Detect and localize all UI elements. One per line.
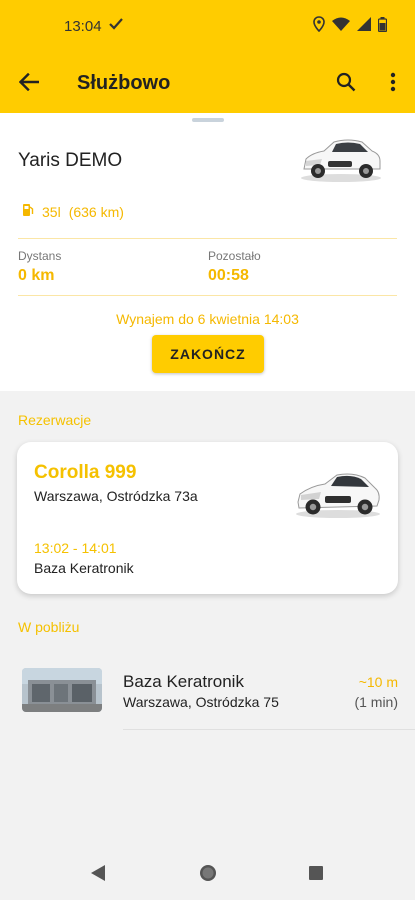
circle-home-icon bbox=[199, 864, 217, 887]
rental-until: Wynajem do 6 kwietnia 14:03 bbox=[116, 311, 299, 327]
divider bbox=[18, 238, 397, 239]
status-icons bbox=[313, 16, 388, 37]
reservations-section-label: Rezerwacje bbox=[18, 412, 92, 428]
reservation-card[interactable]: Corolla 999 Warszawa, Ostródzka 73a 13:0… bbox=[17, 442, 398, 594]
car-name: Yaris DEMO bbox=[18, 150, 123, 171]
fuel-amount: 35l bbox=[42, 203, 61, 220]
more-options-button[interactable] bbox=[378, 69, 408, 99]
check-icon bbox=[109, 17, 123, 35]
active-rental-card: Yaris DEMO 35l (636 km) Dystans 0 km Poz… bbox=[0, 113, 415, 391]
divider bbox=[18, 295, 397, 296]
page-title: Służbowo bbox=[77, 72, 171, 94]
reservation-place: Baza Keratronik bbox=[34, 560, 134, 576]
battery-icon bbox=[377, 16, 388, 37]
status-time: 13:04 bbox=[64, 18, 102, 35]
back-arrow-icon bbox=[18, 72, 40, 96]
reservation-address: Warszawa, Ostródzka 73a bbox=[34, 488, 198, 504]
status-bar: 13:04 bbox=[0, 0, 415, 55]
divider bbox=[123, 729, 415, 730]
drag-handle[interactable] bbox=[192, 118, 224, 122]
remaining-value: 00:58 bbox=[208, 267, 249, 284]
wifi-icon bbox=[332, 17, 350, 36]
distance-label: Dystans bbox=[18, 249, 62, 263]
square-recents-icon bbox=[308, 865, 324, 886]
place-distance: ~10 m bbox=[358, 674, 398, 690]
car-image bbox=[295, 464, 381, 520]
search-button[interactable] bbox=[331, 69, 361, 99]
triangle-back-icon bbox=[90, 864, 106, 887]
reservation-time: 13:02 - 14:01 bbox=[34, 540, 117, 556]
nearby-list-item[interactable]: Baza Keratronik Warszawa, Ostródzka 75 ~… bbox=[0, 650, 415, 732]
place-thumbnail bbox=[22, 668, 102, 712]
app-bar: Służbowo bbox=[0, 55, 415, 113]
end-rental-button[interactable]: ZAKOŃCZ bbox=[152, 335, 264, 373]
nearby-section-label: W pobliżu bbox=[18, 619, 80, 635]
place-name: Baza Keratronik bbox=[123, 672, 244, 691]
search-icon bbox=[336, 72, 356, 97]
more-vert-icon bbox=[390, 72, 396, 97]
nav-back-button[interactable] bbox=[88, 864, 108, 887]
distance-value: 0 km bbox=[18, 267, 55, 284]
fuel-info: 35l (636 km) bbox=[22, 203, 124, 220]
place-walk-time: (1 min) bbox=[354, 694, 398, 710]
reservation-car-name: Corolla 999 bbox=[34, 462, 137, 483]
car-image bbox=[298, 133, 384, 183]
remaining-label: Pozostało bbox=[208, 249, 261, 263]
signal-icon bbox=[357, 17, 371, 36]
location-icon bbox=[313, 16, 325, 37]
nav-home-button[interactable] bbox=[198, 864, 218, 887]
system-nav-bar bbox=[0, 850, 415, 900]
nav-recents-button[interactable] bbox=[306, 865, 326, 885]
fuel-pump-icon bbox=[22, 203, 34, 220]
fuel-range: (636 km) bbox=[68, 203, 124, 220]
place-address: Warszawa, Ostródzka 75 bbox=[123, 694, 279, 710]
back-button[interactable] bbox=[14, 69, 44, 99]
